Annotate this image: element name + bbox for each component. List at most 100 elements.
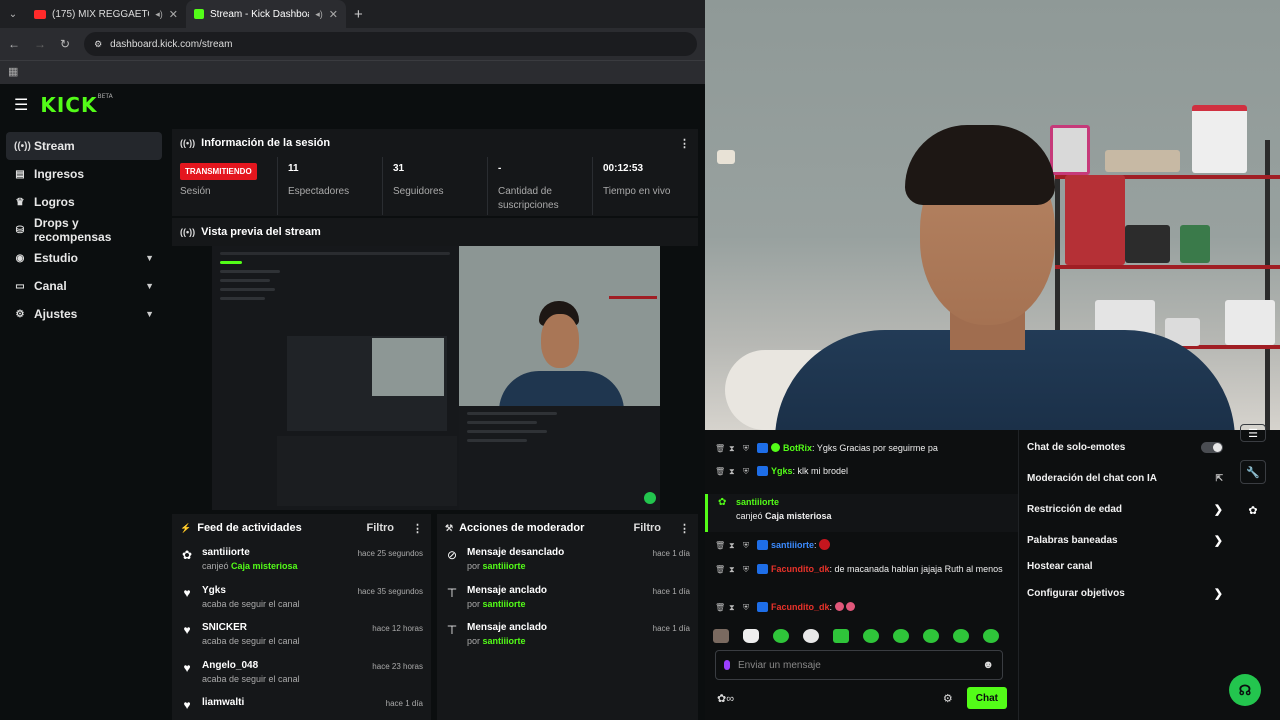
external-link-icon[interactable]: ⇱ [1215,473,1223,484]
more-options-icon[interactable]: ⋮ [412,522,423,535]
emote-icon [834,602,844,611]
chevron-right-icon: ❯ [1213,535,1223,547]
timeout-icon[interactable]: ⧗ [729,465,738,478]
emote-icon[interactable] [833,629,849,643]
activity-user[interactable]: liamwalti [202,697,378,708]
unpin-icon: ⊘ [446,548,458,562]
broadcast-icon: ((•)) [180,138,196,148]
menu-icon[interactable]: ☰ [14,95,28,115]
chevron-down-icon: ▼ [145,281,154,291]
delete-icon[interactable]: 🗑 [715,539,725,552]
delete-icon[interactable]: 🗑 [715,563,725,576]
audio-icon[interactable]: ◂) [315,9,323,20]
forward-icon[interactable]: → [34,37,46,51]
setting-label: Restricción de edad [1027,504,1123,515]
new-tab-icon[interactable]: + [354,6,363,23]
emote-icon[interactable] [923,629,939,643]
tab-list-chevron-icon[interactable]: ⌄ [0,9,26,20]
sidebar-item-ingresos[interactable]: ▤ Ingresos [6,160,162,188]
sidebar-item-ajustes[interactable]: ⚙ Ajustes ▼ [6,300,162,328]
more-options-icon[interactable]: ⋮ [679,137,690,150]
browser-tab-youtube[interactable]: (175) MIX REGGAETON 202 ◂) ✕ [26,0,186,28]
chat-message-input[interactable]: Enviar un mensaje ☻ [715,650,1003,680]
emote-icon[interactable] [863,629,879,643]
session-stats: TRANSMITIENDO Sesión 11 Espectadores 31 … [172,157,698,215]
timeout-icon[interactable]: ⧗ [729,563,738,576]
redeem-icon: ✿ [181,548,193,562]
emoji-picker-icon[interactable]: ☻ [982,659,994,671]
apps-grid-icon[interactable]: ▦ [8,66,18,78]
sidebar-item-stream[interactable]: ((•)) Stream [6,132,162,160]
delete-icon[interactable]: 🗑 [715,465,725,478]
address-bar[interactable]: ⚙ dashboard.kick.com/stream [84,32,697,56]
more-options-icon[interactable]: ⋮ [679,522,690,535]
emote-icon[interactable] [983,629,999,643]
ban-shield-icon[interactable]: ⛨ [743,539,752,552]
emote-only-toggle[interactable] [1201,442,1223,453]
audio-icon[interactable]: ◂) [155,9,163,20]
community-icon[interactable]: ✿ [1240,498,1266,522]
ban-shield-icon[interactable]: ⛨ [743,601,752,614]
delete-icon[interactable]: 🗑 [715,442,725,455]
quick-actions-icon[interactable]: ☰ [1240,424,1266,442]
timeout-icon[interactable]: ⧗ [729,442,738,455]
stat-session: TRANSMITIENDO Sesión [180,157,278,215]
activity-user[interactable]: Ygks [202,585,350,596]
microphone-icon[interactable] [724,660,730,670]
points-icon[interactable]: ✿∞ [717,692,734,705]
activity-user[interactable]: Angelo_048 [202,660,364,671]
ban-shield-icon[interactable]: ⛨ [743,465,752,478]
emote-icon[interactable] [953,629,969,643]
activity-desc: acaba de seguir el canal [202,636,300,646]
chat-username[interactable]: Ygks [771,466,793,476]
sidebar-item-estudio[interactable]: ◉ Estudio ▼ [6,244,162,272]
ban-shield-icon[interactable]: ⛨ [743,563,752,576]
emote-icon[interactable] [803,629,819,643]
setting-host-channel[interactable]: Hostear canal [1027,561,1223,572]
site-info-icon[interactable]: ⚙ [94,39,102,50]
setting-age-restriction[interactable]: Restricción de edad ❯ [1027,503,1223,516]
setting-banned-words[interactable]: Palabras baneadas ❯ [1027,534,1223,547]
back-icon[interactable]: ← [8,37,20,51]
chat-username[interactable]: santiiiorte [736,497,779,507]
wrench-icon[interactable]: 🔧 [1240,460,1266,484]
sidebar-item-drops[interactable]: ⛁ Drops y recompensas [6,216,162,244]
delete-icon[interactable]: 🗑 [715,601,725,614]
send-chat-button[interactable]: Chat [966,687,1007,709]
emote-icon[interactable] [893,629,909,643]
emote-icon[interactable] [773,629,789,643]
filter-button[interactable]: Filtro [634,522,662,534]
timeout-icon[interactable]: ⧗ [729,539,738,552]
setting-label: Hostear canal [1027,561,1093,572]
sidebar-item-canal[interactable]: ▭ Canal ▼ [6,272,162,300]
browser-tab-kick[interactable]: Stream - Kick Dashboard ◂) ✕ [186,0,346,28]
gear-icon[interactable]: ⚙ [943,692,953,705]
activity-user[interactable]: SNICKER [202,622,364,633]
setting-ai-moderation[interactable]: Moderación del chat con IA ⇱ [1027,473,1223,484]
timeout-icon[interactable]: ⧗ [729,601,738,614]
chat-text: : [829,602,833,612]
filter-button[interactable]: Filtro [367,522,395,534]
chat-username[interactable]: Facundito_dk [771,602,830,612]
verified-badge-icon [771,443,780,452]
chat-message: 🗑 ⧗ ⛨ Ygks: klk mi brodel [715,465,1005,478]
setting-goals[interactable]: Configurar objetivos ❯ [1027,587,1223,600]
reload-icon[interactable]: ↻ [60,37,70,51]
ban-shield-icon[interactable]: ⛨ [743,442,752,455]
chat-username[interactable]: santiiiorte [771,540,814,550]
chat-username[interactable]: BotRix [783,443,812,453]
sidebar-item-logros[interactable]: ♛ Logros [6,188,162,216]
stream-preview-video[interactable] [212,246,660,510]
stat-value: - [497,163,502,174]
close-tab-icon[interactable]: ✕ [169,8,178,21]
chat-username[interactable]: Facundito_dk [771,564,830,574]
close-tab-icon[interactable]: ✕ [329,8,338,21]
setting-emote-only[interactable]: Chat de solo-emotes [1027,442,1223,453]
activity-user[interactable]: santiiiorte [202,547,350,558]
help-chat-icon[interactable]: ☊ [1229,674,1261,706]
emote-icon[interactable] [713,629,729,643]
emote-icon[interactable] [743,629,759,643]
kick-logo[interactable]: KICKBETA [40,93,112,117]
redeem-text: canjeó Caja misteriosa [736,511,832,521]
setting-label: Configurar objetivos [1027,588,1125,599]
